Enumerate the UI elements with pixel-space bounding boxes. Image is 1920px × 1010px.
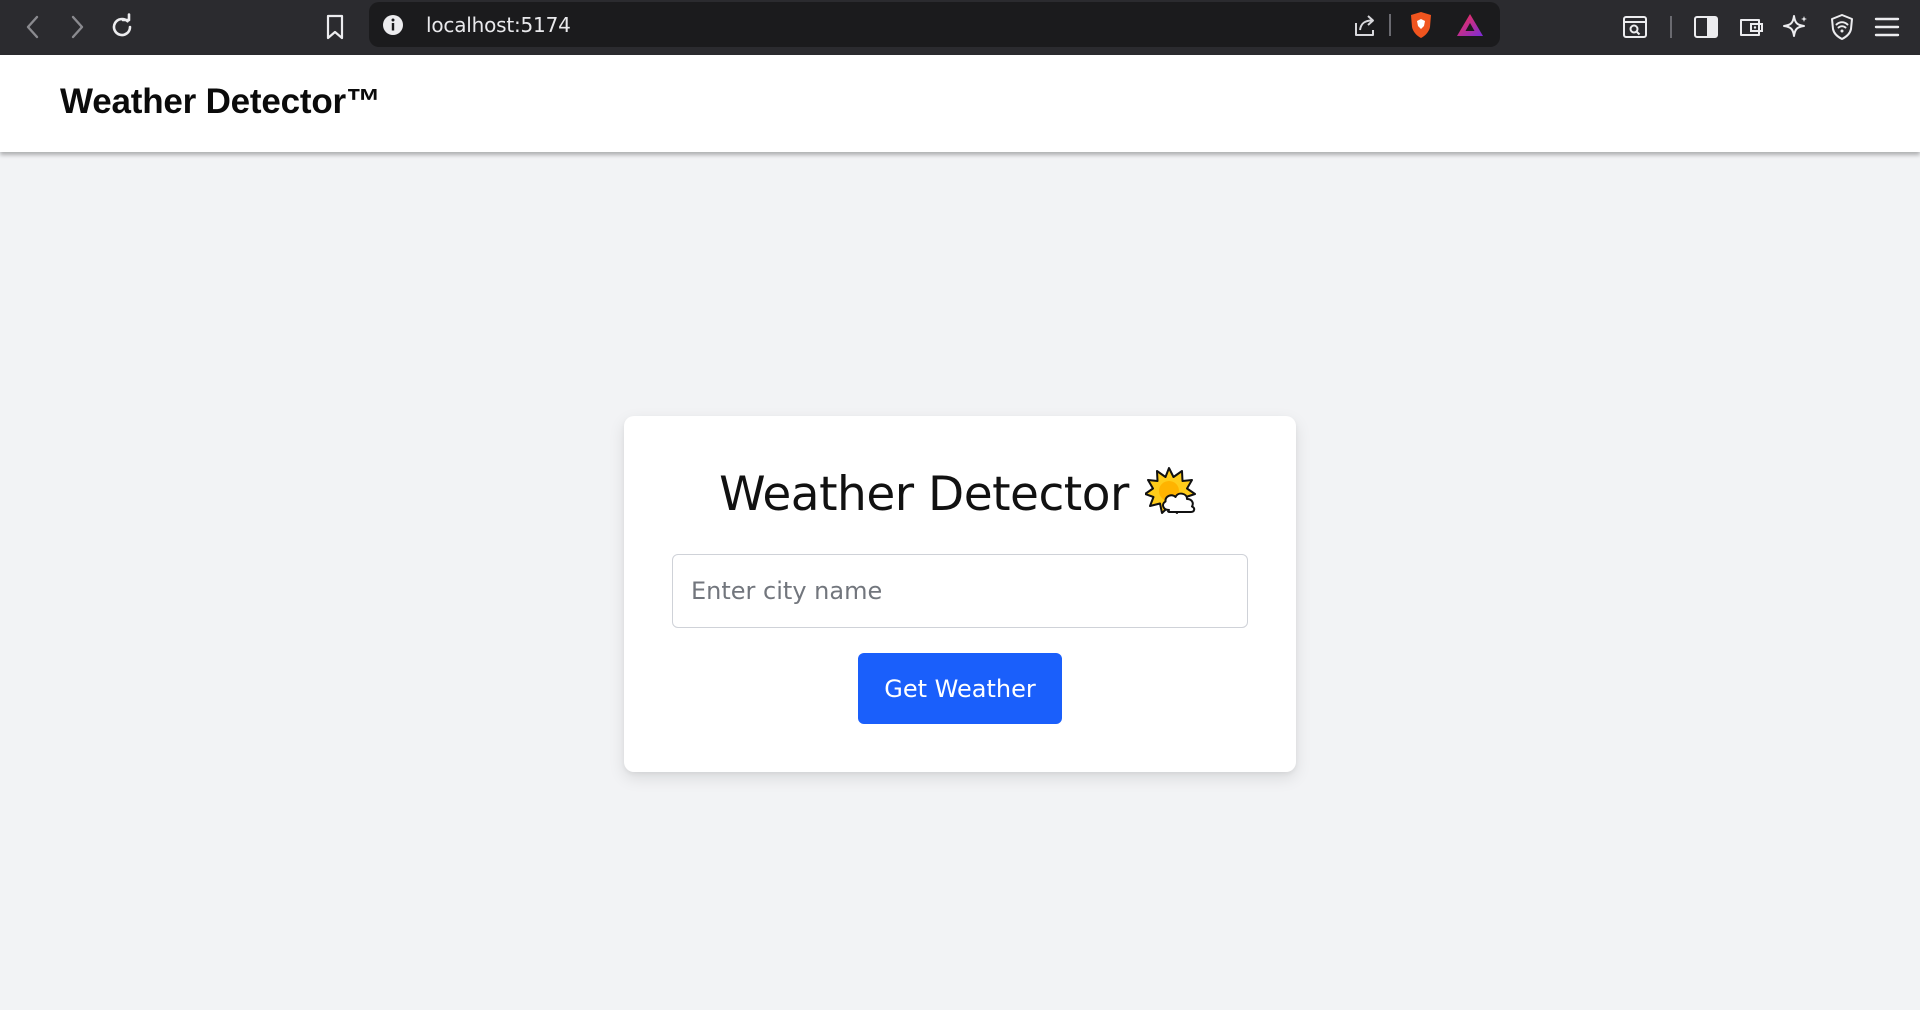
weather-card: Weather Detector Get Weather [624,416,1296,772]
card-title: Weather Detector [719,466,1129,522]
leo-ai-icon[interactable] [1777,8,1815,46]
brand-title: Weather Detector™ [60,82,381,121]
forward-icon[interactable] [58,8,96,46]
share-icon[interactable] [1351,12,1379,45]
brave-shields-icon[interactable] [1407,10,1435,45]
site-info-icon[interactable] [381,13,405,42]
search-tab-icon[interactable] [1616,8,1654,46]
sidebar-icon[interactable] [1687,8,1725,46]
address-bar[interactable]: localhost:5174 [369,2,1500,47]
sun-behind-cloud-icon [1143,466,1201,522]
brave-rewards-icon[interactable] [1455,12,1485,43]
url-text[interactable]: localhost:5174 [426,13,571,37]
get-weather-button[interactable]: Get Weather [858,653,1062,724]
bookmark-icon[interactable] [316,8,354,46]
wallet-icon[interactable] [1732,8,1770,46]
reload-icon[interactable] [103,8,141,46]
address-separator [1389,14,1391,36]
toolbar-separator [1670,16,1672,38]
city-name-input[interactable] [672,554,1248,628]
back-icon[interactable] [14,8,52,46]
card-title-row: Weather Detector [624,466,1296,522]
vpn-icon[interactable] [1823,8,1861,46]
browser-toolbar: localhost:5174 [0,0,1920,55]
menu-icon[interactable] [1868,8,1906,46]
app-header: Weather Detector™ [0,55,1920,152]
